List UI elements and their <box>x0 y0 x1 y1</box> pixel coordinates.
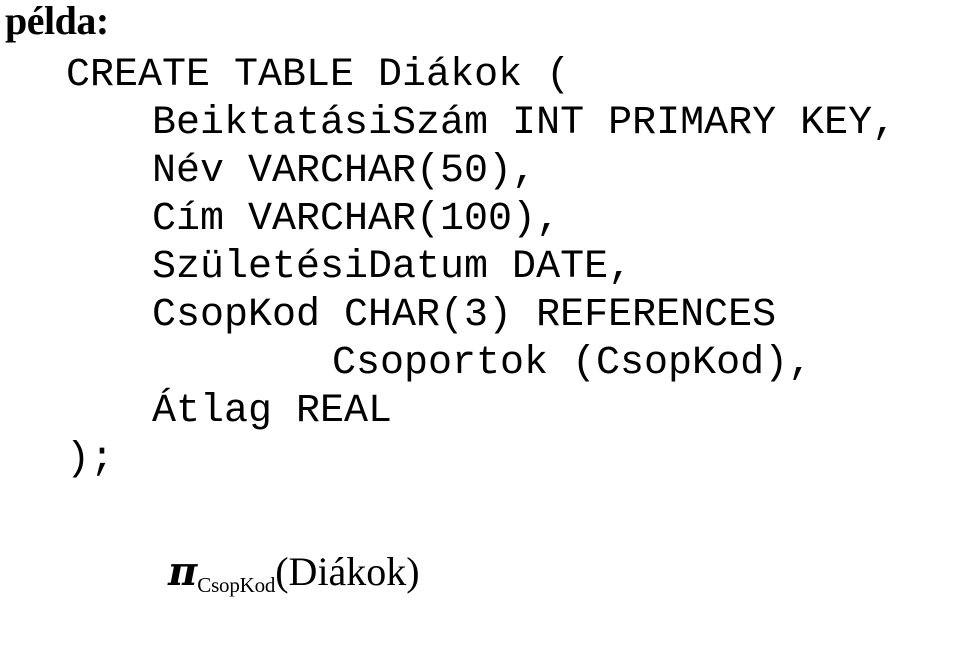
sql-code-line: CREATE TABLE Diákok ( <box>66 53 571 98</box>
relational-algebra-expression: πCsopKod(Diákok) <box>128 500 420 650</box>
sql-code-line: BeiktatásiSzám INT PRIMARY KEY, <box>152 101 897 146</box>
page-title: példa: <box>5 0 109 43</box>
sql-code-line: ); <box>66 437 115 482</box>
slide-canvas: példa: CREATE TABLE Diákok ( BeiktatásiS… <box>0 0 960 597</box>
sql-code-line: Név VARCHAR(50), <box>152 149 537 194</box>
sql-code-line: Cím VARCHAR(100), <box>152 197 561 242</box>
sql-code-line: Átlag REAL <box>152 389 393 434</box>
sql-code-line: Csoportok (CsopKod), <box>332 341 813 386</box>
projection-operand-relation: (Diákok) <box>275 549 420 594</box>
projection-operator-symbol: π <box>168 548 198 595</box>
sql-code-line: SzületésiDatum DATE, <box>152 245 633 290</box>
projection-subscript-attributes: CsopKod <box>197 573 276 597</box>
sql-code-line: CsopKod CHAR(3) REFERENCES <box>152 293 777 338</box>
